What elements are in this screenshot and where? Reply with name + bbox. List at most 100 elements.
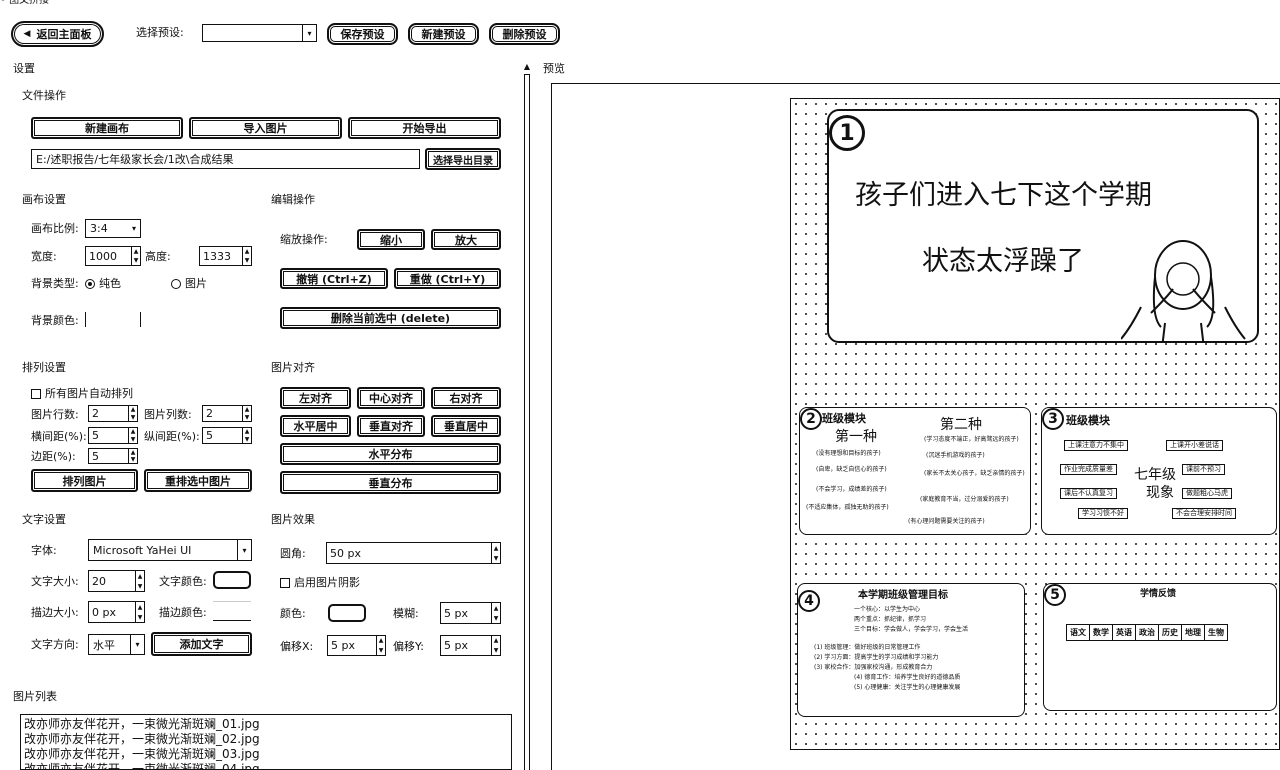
spin-down-icon[interactable]: ▼: [492, 646, 500, 656]
spin-up-icon[interactable]: ▲: [129, 428, 137, 436]
margin-label: 边距(%):: [31, 450, 76, 463]
stroke-size-spinbox[interactable]: 0 px ▲ ▼: [88, 601, 145, 623]
preset-select[interactable]: ▾: [202, 24, 317, 42]
offset-y-spinbox[interactable]: 5 px ▲ ▼: [440, 635, 501, 656]
spin-down-icon[interactable]: ▼: [243, 414, 251, 422]
font-size-spinbox[interactable]: 20 ▲ ▼: [88, 570, 145, 592]
align-title: 图片对齐: [271, 361, 315, 374]
cols-spinbox[interactable]: 2 ▲ ▼: [202, 405, 252, 422]
image-card-1[interactable]: 1 孩子们进入七下这个学期 状态太浮躁了: [827, 109, 1259, 343]
bg-image-radio[interactable]: 图片: [171, 277, 207, 291]
shadow-color-swatch[interactable]: [328, 604, 366, 622]
ratio-select[interactable]: 3:4 ▾: [85, 219, 141, 238]
spin-up-icon[interactable]: ▲: [136, 602, 144, 612]
add-text-button[interactable]: 添加文字: [151, 632, 252, 656]
align-center-button[interactable]: 中心对齐: [357, 387, 425, 409]
scrollbar-thumb[interactable]: [524, 74, 530, 770]
image-card-5[interactable]: 5 学情反馈 语文 数学 英语 政治 历史 地理 生物: [1043, 583, 1277, 711]
spin-down-icon[interactable]: ▼: [136, 612, 144, 622]
spin-up-icon[interactable]: ▲: [129, 449, 137, 456]
spin-up-icon[interactable]: ▲: [492, 636, 500, 646]
import-images-button[interactable]: 导入图片: [189, 117, 342, 139]
image-card-2[interactable]: 2 班级模块 第一种 第二种 (没有理想和目标的孩子) (自卑，缺乏自信心的孩子…: [799, 407, 1031, 535]
spin-up-icon[interactable]: ▲: [243, 406, 251, 414]
vgap-label: 纵间距(%):: [144, 430, 200, 443]
list-item[interactable]: 改亦师亦友伴花开，一束微光渐斑斓_01.jpg: [24, 717, 511, 732]
spin-up-icon[interactable]: ▲: [243, 428, 251, 436]
arrange-images-button[interactable]: 排列图片: [31, 469, 138, 492]
choose-dir-button[interactable]: 选择导出目录: [425, 148, 501, 170]
delete-selected-button[interactable]: 删除当前选中 (delete): [280, 307, 501, 329]
settings-scrollbar[interactable]: ▲: [522, 62, 532, 770]
scroll-up-icon[interactable]: ▲: [522, 62, 532, 71]
list-item[interactable]: 改亦师亦友伴花开，一束微光渐斑斓_02.jpg: [24, 732, 511, 747]
spin-down-icon[interactable]: ▼: [129, 436, 137, 444]
spin-up-icon[interactable]: ▲: [377, 636, 385, 646]
vgap-spinbox[interactable]: 5 ▲ ▼: [202, 427, 252, 444]
blur-label: 模糊:: [393, 607, 419, 620]
redo-button[interactable]: 重做 (Ctrl+Y): [394, 268, 501, 289]
spin-up-icon[interactable]: ▲: [132, 247, 140, 256]
stroke-color-swatch[interactable]: [213, 601, 251, 621]
offset-x-spinbox[interactable]: 5 px ▲ ▼: [327, 635, 386, 656]
spin-down-icon[interactable]: ▼: [132, 256, 140, 265]
zoom-out-button[interactable]: 缩小: [357, 229, 425, 250]
list-item[interactable]: 改亦师亦友伴花开，一束微光渐斑斓_04.jpg: [24, 762, 511, 769]
align-right-button[interactable]: 右对齐: [431, 387, 501, 409]
spin-down-icon[interactable]: ▼: [129, 456, 137, 463]
export-path-field[interactable]: E:/述职报告/七年级家长会/1改\合成结果: [31, 149, 420, 169]
blur-spinbox[interactable]: 5 px ▲ ▼: [440, 602, 501, 624]
spin-down-icon[interactable]: ▼: [129, 414, 137, 422]
radius-spinbox[interactable]: 50 px ▲ ▼: [326, 542, 501, 564]
list-item[interactable]: 改亦师亦友伴花开，一束微光渐斑斓_03.jpg: [24, 747, 511, 762]
back-icon: ◀: [23, 29, 31, 39]
margin-spinbox[interactable]: 5 ▲ ▼: [88, 448, 138, 464]
v-center-button[interactable]: 垂直居中: [431, 415, 501, 437]
auto-arrange-checkbox[interactable]: 所有图片自动排列: [31, 387, 133, 401]
v-align-button[interactable]: 垂直对齐: [357, 415, 425, 437]
text-direction-select[interactable]: 水平 ▾: [88, 634, 145, 655]
font-select[interactable]: Microsoft YaHei UI ▾: [88, 539, 252, 561]
width-spinbox[interactable]: 1000 ▲ ▼: [85, 246, 141, 266]
image-card-4[interactable]: 4 本学期班级管理目标 一个核心：以学生为中心 两个重点：抓纪律，抓学习 三个目…: [797, 583, 1025, 717]
spin-down-icon[interactable]: ▼: [243, 436, 251, 444]
spin-up-icon[interactable]: ▲: [129, 406, 137, 414]
spin-down-icon[interactable]: ▼: [377, 646, 385, 656]
spin-down-icon[interactable]: ▼: [243, 256, 251, 265]
image-card-3[interactable]: 3 班级模块 七年级 现象 上课注意力不集中 作业完成质量差 课后不认真复习 学…: [1041, 407, 1277, 535]
image-list[interactable]: 改亦师亦友伴花开，一束微光渐斑斓_01.jpg 改亦师亦友伴花开，一束微光渐斑斓…: [20, 714, 512, 770]
spin-down-icon[interactable]: ▼: [492, 553, 500, 563]
v-distribute-button[interactable]: 垂直分布: [280, 471, 501, 494]
card2-right-item: (有心理问题需要关注的孩子): [908, 518, 985, 525]
save-preset-button[interactable]: 保存预设: [327, 23, 398, 45]
h-distribute-button[interactable]: 水平分布: [280, 443, 501, 465]
font-size-label: 文字大小:: [31, 575, 79, 588]
rows-spinbox[interactable]: 2 ▲ ▼: [88, 405, 138, 422]
spin-down-icon[interactable]: ▼: [136, 581, 144, 591]
shadow-checkbox[interactable]: 启用图片阴影: [280, 576, 360, 590]
text-color-swatch[interactable]: [213, 571, 251, 589]
bg-color-swatch[interactable]: [85, 312, 141, 327]
new-preset-button[interactable]: 新建预设: [408, 23, 479, 45]
zoom-in-button[interactable]: 放大: [431, 229, 501, 250]
spin-up-icon[interactable]: ▲: [492, 603, 500, 613]
spin-up-icon[interactable]: ▲: [136, 571, 144, 581]
offset-x-value: 5 px: [331, 639, 355, 652]
back-to-main-button[interactable]: ◀ 返回主面板: [11, 21, 104, 47]
align-left-button[interactable]: 左对齐: [280, 387, 351, 409]
spin-down-icon[interactable]: ▼: [492, 613, 500, 623]
h-center-button[interactable]: 水平居中: [280, 415, 351, 437]
new-canvas-button[interactable]: 新建画布: [31, 117, 183, 139]
hgap-spinbox[interactable]: 5 ▲ ▼: [88, 427, 138, 444]
preset-label: 选择预设:: [136, 26, 184, 39]
undo-button[interactable]: 撤销 (Ctrl+Z): [280, 268, 388, 289]
preview-canvas[interactable]: 1 孩子们进入七下这个学期 状态太浮躁了 2 班级模块 第一种 第二种 (没有理…: [790, 98, 1280, 750]
ratio-value: 3:4: [90, 222, 108, 235]
export-button[interactable]: 开始导出: [348, 117, 501, 139]
height-spinbox[interactable]: 1333 ▲ ▼: [199, 246, 252, 266]
delete-preset-button[interactable]: 删除预设: [489, 23, 560, 45]
reorder-selected-button[interactable]: 重排选中图片: [144, 469, 252, 492]
spin-up-icon[interactable]: ▲: [492, 543, 500, 553]
bg-solid-radio[interactable]: 纯色: [85, 277, 121, 291]
spin-up-icon[interactable]: ▲: [243, 247, 251, 256]
